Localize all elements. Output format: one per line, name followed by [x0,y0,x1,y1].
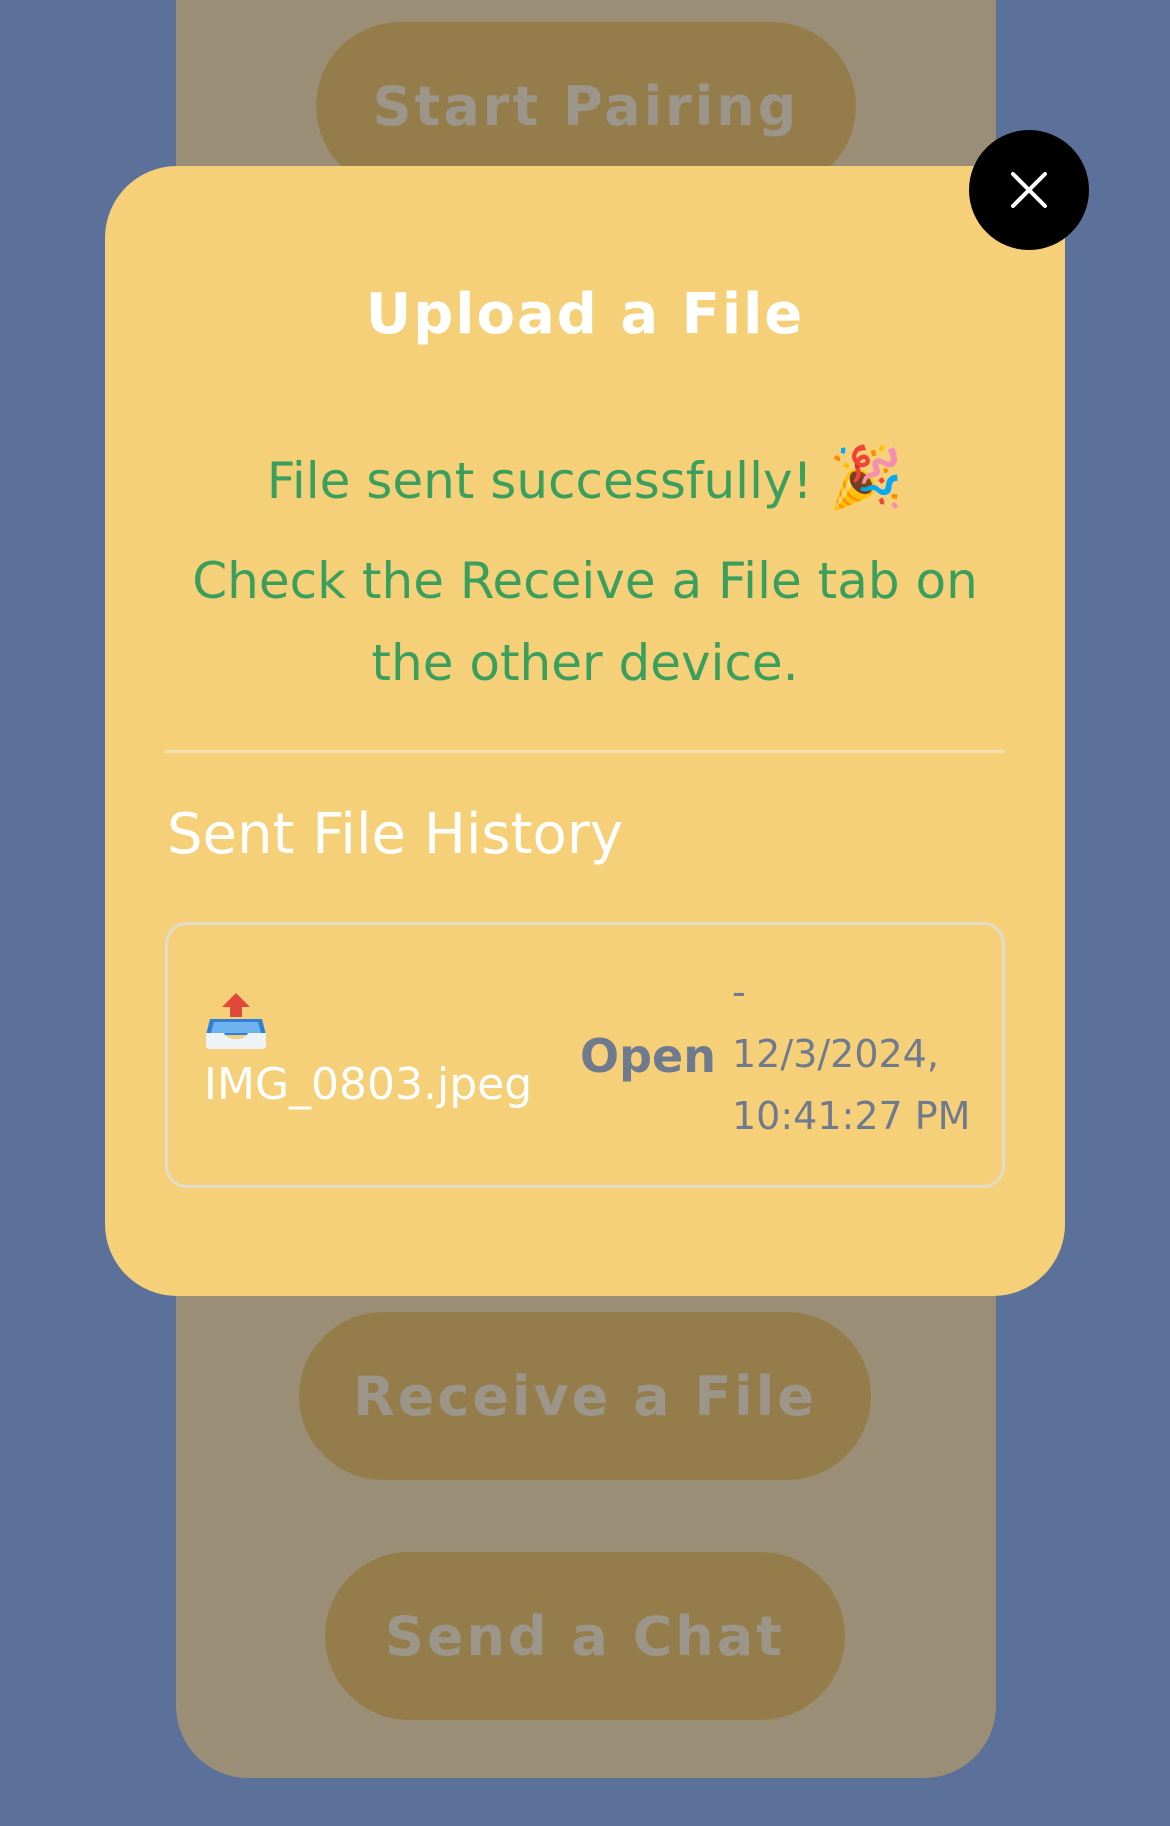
sent-file-history-heading: Sent File History [167,802,623,867]
start-pairing-button: Start Pairing [316,22,856,190]
party-popper-icon: 🎉 [828,443,904,513]
start-pairing-label: Start Pairing [372,74,800,138]
success-message-text: File sent successfully! [266,452,813,510]
open-file-link[interactable]: Open [580,1029,716,1083]
send-chat-button: Send a Chat [325,1552,845,1720]
receive-file-label: Receive a File [353,1364,817,1428]
instruction-text: Check the Receive a File tab on the othe… [192,552,978,692]
send-chat-label: Send a Chat [385,1604,785,1668]
divider [165,750,1005,753]
close-icon [1011,172,1047,208]
upload-file-modal: Upload a File File sent successfully! 🎉 … [105,166,1065,1296]
success-message: File sent successfully! 🎉 [105,442,1065,513]
outbox-tray-icon [206,993,266,1049]
history-list-item: IMG_0803.jpeg Open - 12/3/2024, 10:41:27… [165,922,1005,1188]
sent-timestamp: - 12/3/2024, 10:41:27 PM [732,961,970,1147]
receive-file-button: Receive a File [299,1312,871,1480]
file-name: IMG_0803.jpeg [204,1059,533,1110]
timestamp-separator: - [732,970,746,1014]
close-button[interactable] [969,130,1089,250]
sent-date: 12/3/2024, [732,1032,939,1076]
sent-time: 10:41:27 PM [732,1094,971,1138]
modal-title: Upload a File [365,282,805,347]
file-info: IMG_0803.jpeg [204,991,532,1110]
